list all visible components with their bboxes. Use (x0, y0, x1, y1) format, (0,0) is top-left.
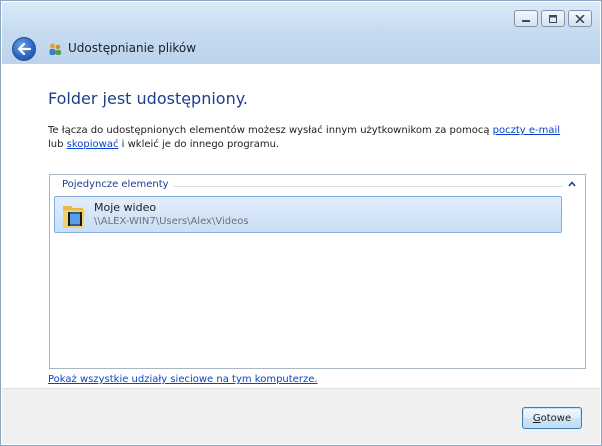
item-name: Moje wideo (94, 201, 157, 214)
maximize-icon (549, 14, 557, 23)
copy-link[interactable]: skopiować (67, 139, 119, 150)
maximize-button[interactable] (541, 10, 565, 27)
list-item[interactable]: Moje wideo \\ALEX-WIN7\Users\Alex\Videos (54, 196, 562, 233)
description-part1: Te łącza do udostępnionych elementów moż… (48, 125, 493, 136)
show-all-shares-link[interactable]: Pokaż wszystkie udziały sieciowe na tym … (48, 374, 318, 385)
minimize-icon (522, 19, 530, 22)
done-button-accel: G (532, 412, 541, 424)
chevron-up-icon[interactable] (567, 179, 577, 189)
back-button[interactable] (12, 37, 36, 61)
done-button[interactable]: Gotowe (522, 407, 582, 429)
group-header: Pojedyncze elementy (62, 179, 173, 190)
title-bar: Udostępnianie plików (2, 2, 600, 64)
content-area: Folder jest udostępniony. Te łącza do ud… (2, 64, 600, 391)
description-text: Te łącza do udostępnionych elementów moż… (48, 124, 588, 152)
sharing-users-icon (49, 43, 61, 55)
close-icon (575, 14, 585, 23)
file-sharing-window: Udostępnianie plików Folder jest udostęp… (0, 0, 602, 446)
email-link[interactable]: poczty e-mail (493, 125, 560, 136)
page-heading: Folder jest udostępniony. (48, 89, 248, 108)
description-part2: lub (48, 139, 67, 150)
item-path: \\ALEX-WIN7\Users\Alex\Videos (94, 216, 249, 227)
window-title: Udostępnianie plików (68, 41, 197, 55)
done-button-label: otowe (540, 412, 572, 424)
minimize-button[interactable] (514, 10, 538, 27)
shared-items-list[interactable]: Pojedyncze elementy Moje wideo \\ALEX-WI… (49, 174, 586, 369)
footer-bar: Gotowe (2, 388, 600, 444)
video-folder-icon (63, 206, 85, 228)
back-arrow-icon (17, 43, 31, 55)
close-button[interactable] (568, 10, 592, 27)
description-part3: i wkleić je do innego programu. (118, 139, 280, 150)
window-controls (514, 10, 592, 27)
